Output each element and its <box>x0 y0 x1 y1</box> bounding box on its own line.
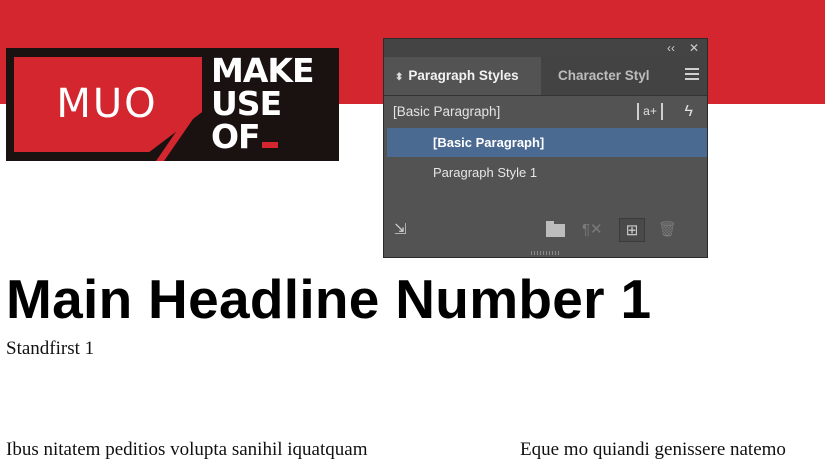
logo-wordmark: MAKE USE OF <box>211 54 314 153</box>
tab-paragraph-styles[interactable]: ⬍ Paragraph Styles <box>384 57 541 95</box>
panel-title-bar[interactable]: ‹‹ ✕ <box>384 39 707 57</box>
clear-overrides-icon[interactable]: ¶✕ <box>582 222 603 238</box>
lightning-icon[interactable]: ϟ <box>685 97 693 127</box>
logo-word-last: OF <box>211 120 314 153</box>
logo-word: USE <box>211 84 282 123</box>
trash-icon[interactable]: 🗑 <box>658 222 677 238</box>
logo-muo-text: MUO <box>56 81 158 127</box>
logo-word: MAKE <box>211 51 314 90</box>
style-list-item-paragraph-style-1[interactable]: Paragraph Style 1 <box>387 158 707 187</box>
style-list-item-basic-paragraph[interactable]: [Basic Paragraph] <box>387 128 707 157</box>
folder-icon[interactable] <box>546 221 565 237</box>
paragraph-styles-panel: ‹‹ ✕ ⬍ Paragraph Styles Character Styl [B… <box>383 38 708 258</box>
panel-menu-icon[interactable] <box>685 68 699 82</box>
body-text-column-1: Ibus nitatem peditios volupta sanihil iq… <box>6 439 368 460</box>
body-text-column-2: Eque mo quiandi genissere natemo <box>520 439 786 460</box>
muo-logo: MUO MAKE USE OF <box>6 48 339 161</box>
tab-label: Paragraph Styles <box>408 68 519 83</box>
page-headline: Main Headline Number 1 <box>6 268 652 330</box>
new-style-icon[interactable]: ⊞ <box>619 218 645 242</box>
close-panel-button[interactable]: ✕ <box>689 40 699 56</box>
sort-arrows-icon: ⬍ <box>395 72 404 83</box>
create-style-from-override-icon[interactable]: a+ <box>637 103 663 120</box>
panel-tab-bar: ⬍ Paragraph Styles Character Styl <box>384 57 707 96</box>
collapse-panel-button[interactable]: ‹‹ <box>667 40 675 56</box>
load-styles-icon[interactable]: ⇲ <box>394 222 407 238</box>
panel-resize-grip[interactable] <box>531 251 561 255</box>
current-style-name: [Basic Paragraph] <box>393 104 501 119</box>
panel-footer-toolbar: ⇲ ¶✕ ⊞ 🗑 <box>384 214 707 246</box>
tab-character-styles[interactable]: Character Styl <box>542 57 677 95</box>
current-style-row: [Basic Paragraph] a+ ϟ <box>384 97 707 127</box>
standfirst-text: Standfirst 1 <box>6 338 95 359</box>
logo-underscore <box>261 142 278 148</box>
